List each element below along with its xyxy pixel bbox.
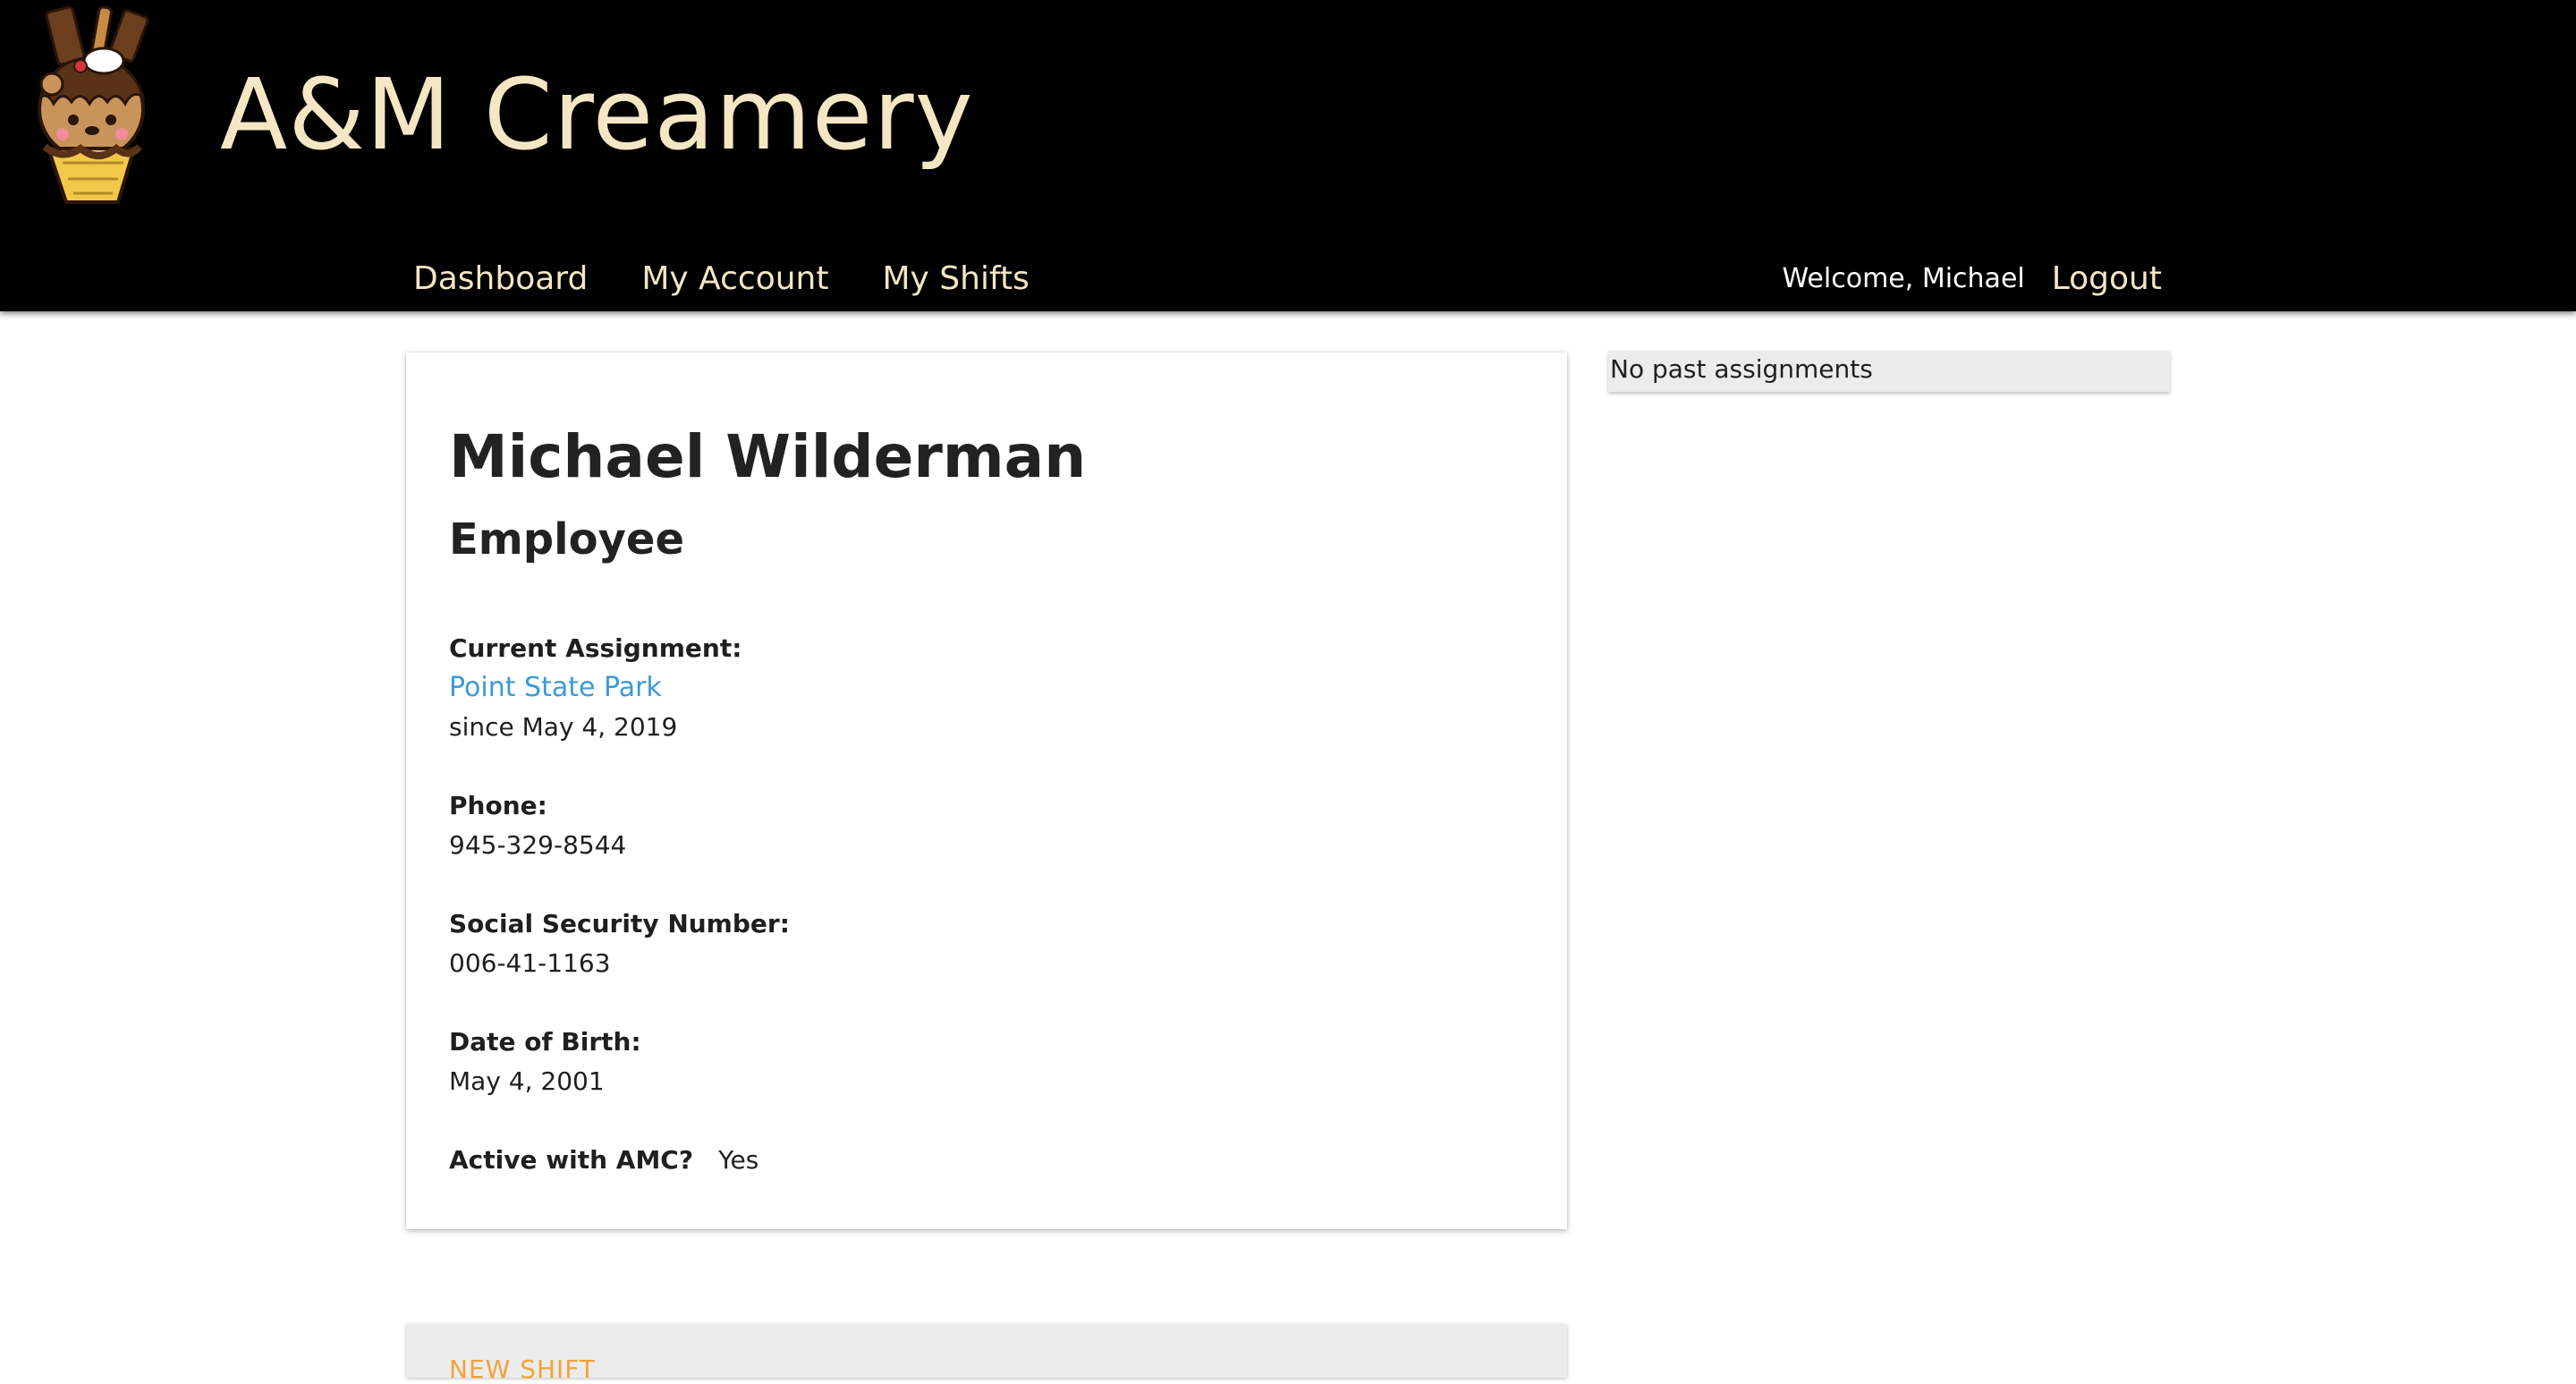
employee-role: Employee: [449, 514, 684, 565]
nav-my-account[interactable]: My Account: [641, 260, 828, 297]
dob-field: Date of Birth: May 4, 2001: [449, 1023, 1524, 1101]
ice-cream-sundae-logo-icon[interactable]: [18, 4, 163, 209]
employee-name: Michael Wilderman: [449, 422, 1087, 491]
ssn-field: Social Security Number: 006-41-1163: [449, 904, 1524, 983]
new-shift-card: NEW SHIFT: [406, 1324, 1567, 1384]
nav-dashboard[interactable]: Dashboard: [413, 260, 588, 297]
nav-my-shifts[interactable]: My Shifts: [882, 260, 1029, 297]
user-nav: Welcome, Michael Logout: [1783, 254, 2162, 302]
current-assignment-label: Current Assignment:: [449, 633, 742, 663]
welcome-text: Welcome, Michael: [1782, 262, 2025, 294]
brand-title[interactable]: A&M Creamery: [220, 57, 974, 172]
phone-value: 945-329-8544: [449, 830, 627, 860]
active-status-field: Active with AMC? Yes: [449, 1141, 1524, 1180]
top-navigation-bar: A&M Creamery Dashboard My Account My Shi…: [0, 0, 2576, 311]
phone-label: Phone:: [449, 791, 547, 820]
current-assignment-field: Current Assignment: Point State Park sin…: [449, 629, 1524, 747]
active-value: Yes: [718, 1145, 759, 1175]
dob-value: May 4, 2001: [449, 1066, 605, 1096]
ssn-label: Social Security Number:: [449, 909, 790, 938]
new-shift-title[interactable]: NEW SHIFT: [449, 1354, 596, 1384]
dob-label: Date of Birth:: [449, 1027, 641, 1057]
assignment-since: since May 4, 2019: [449, 712, 678, 742]
logout-link[interactable]: Logout: [2052, 260, 2162, 297]
phone-field: Phone: 945-329-8544: [449, 786, 1524, 865]
active-label: Active with AMC?: [449, 1145, 694, 1175]
ssn-value: 006-41-1163: [449, 948, 611, 978]
past-assignments-box: No past assignments: [1608, 351, 2170, 392]
main-nav: Dashboard My Account My Shifts: [413, 254, 1083, 302]
assignment-store-link[interactable]: Point State Park: [449, 668, 1524, 708]
employee-details-card: Michael Wilderman Employee Current Assig…: [406, 352, 1567, 1229]
